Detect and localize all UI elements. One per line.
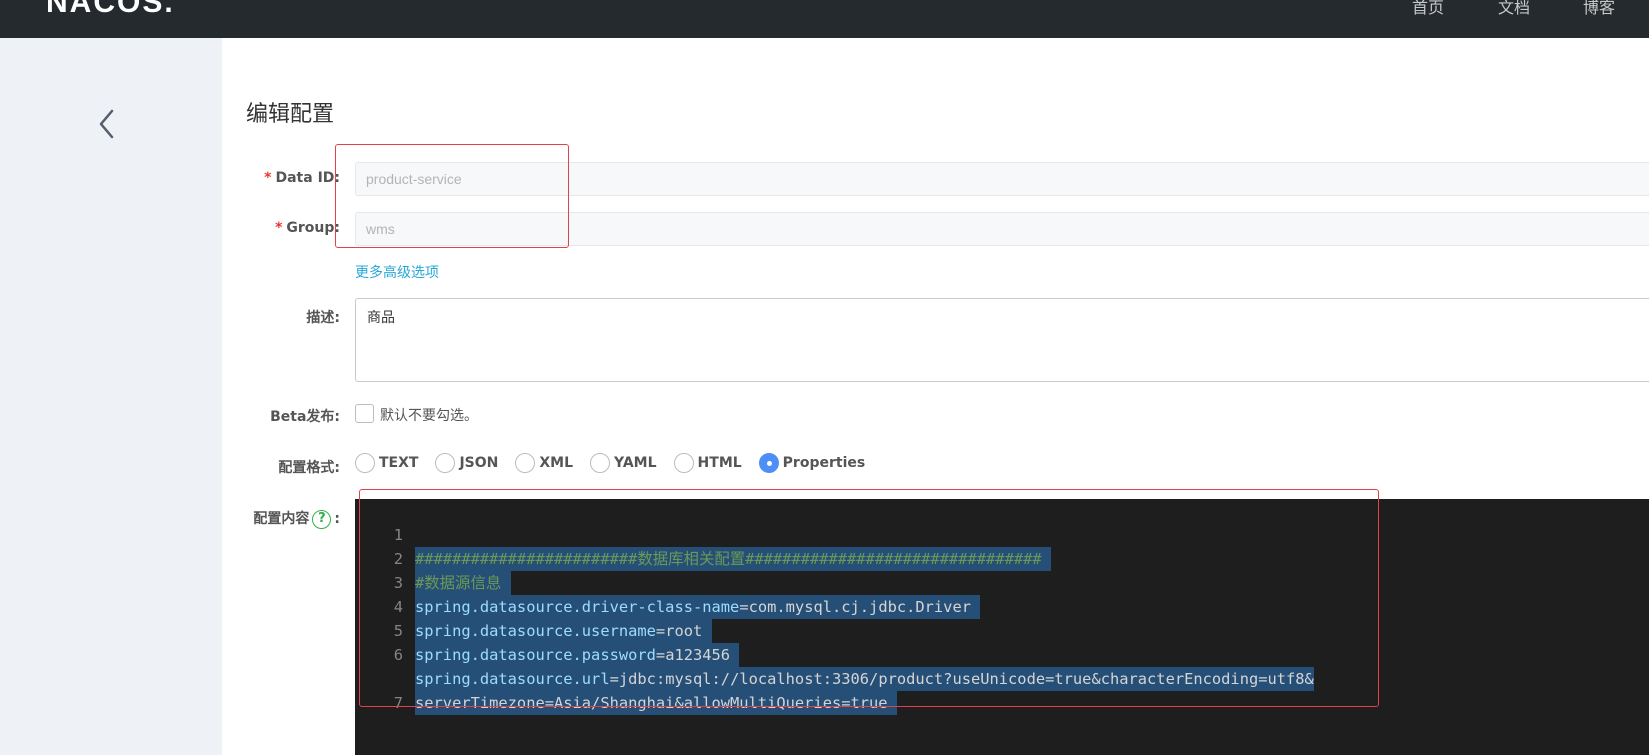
format-radio-group: TEXT JSON XML YAML HTML Properties: [355, 452, 882, 474]
format-option-xml[interactable]: XML: [515, 453, 573, 473]
top-navbar: NACOS. 首页 文档 博客: [0, 0, 1649, 38]
beta-checkbox-label: 默认不要勾选。: [380, 408, 478, 424]
required-mark: *: [264, 170, 272, 186]
editor-line: 5 spring.datasource.password=a123456: [355, 595, 1649, 667]
beta-checkbox[interactable]: [355, 404, 374, 423]
editor-line: 2 #数据源信息: [355, 523, 1649, 595]
nacos-logo[interactable]: NACOS.: [46, 0, 175, 20]
format-option-properties[interactable]: Properties: [758, 453, 865, 473]
format-option-html[interactable]: HTML: [673, 453, 742, 473]
format-option-yaml[interactable]: YAML: [590, 453, 657, 473]
sidebar: [0, 38, 222, 755]
radio-button[interactable]: [673, 453, 694, 473]
chevron-left-icon: [99, 109, 114, 139]
nav-home[interactable]: 首页: [1412, 0, 1444, 18]
data-id-input[interactable]: product-service: [355, 162, 1649, 196]
editor-line: 1 ########################数据库相关配置#######…: [355, 499, 1649, 571]
beta-label: Beta发布:: [270, 409, 340, 425]
nav-blog[interactable]: 博客: [1583, 0, 1615, 18]
required-mark: *: [275, 220, 283, 236]
nav-docs[interactable]: 文档: [1498, 0, 1530, 18]
content-label: 配置内容?:: [253, 509, 340, 529]
editor-line: 4 spring.datasource.username=root: [355, 571, 1649, 643]
line-number: 7: [393, 694, 403, 712]
code-text: serverTimezone=Asia/Shanghai&allowMultiQ…: [415, 691, 897, 715]
advanced-options-link[interactable]: 更多高级选项: [355, 262, 439, 282]
data-id-label: * Data ID:: [264, 170, 340, 186]
format-label: 配置格式:: [278, 460, 340, 476]
format-option-json[interactable]: JSON: [435, 453, 498, 473]
group-label: * Group:: [275, 220, 340, 236]
question-circle-icon[interactable]: ?: [312, 509, 332, 529]
description-textarea[interactable]: 商品: [355, 298, 1649, 382]
editor-line: 7: [355, 667, 1649, 712]
format-option-text[interactable]: TEXT: [355, 453, 418, 473]
page-title: 编辑配置: [246, 102, 335, 127]
editor-line: 6 spring.datasource.url=jdbc:mysql://loc…: [355, 619, 1649, 691]
radio-button[interactable]: [435, 453, 456, 473]
editor-line: serverTimezone=Asia/Shanghai&allowMultiQ…: [355, 643, 1649, 715]
back-button[interactable]: [92, 106, 122, 142]
config-content-editor[interactable]: 1 ########################数据库相关配置#######…: [355, 499, 1649, 755]
radio-button[interactable]: [590, 453, 611, 473]
radio-button[interactable]: [355, 453, 375, 473]
editor-line: 3 spring.datasource.driver-class-name=co…: [355, 547, 1649, 619]
radio-button[interactable]: [515, 453, 536, 473]
group-input[interactable]: wms: [355, 212, 1649, 246]
radio-button-selected[interactable]: [758, 453, 779, 473]
description-label: 描述:: [306, 310, 340, 326]
